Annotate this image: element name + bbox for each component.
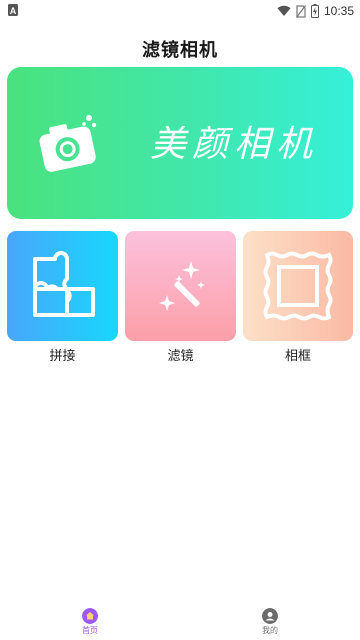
profile-icon	[262, 608, 278, 624]
notification-a-icon: A	[8, 4, 18, 16]
nav-profile[interactable]: 我的	[250, 608, 290, 638]
wifi-icon	[277, 5, 291, 17]
photo-frame-icon	[263, 251, 333, 321]
status-bar: A 10:35	[0, 0, 360, 22]
home-icon	[82, 608, 98, 624]
battery-icon	[310, 4, 319, 18]
feature-collage-label: 拼接	[49, 349, 76, 364]
feature-frame-button[interactable]	[243, 231, 353, 341]
magic-wand-icon	[159, 261, 205, 311]
nav-home-label: 首页	[82, 626, 98, 635]
puzzle-icon	[33, 251, 95, 317]
camera-icon	[39, 115, 97, 172]
banner-beauty-camera[interactable]: 美颜相机	[7, 67, 353, 219]
nav-home[interactable]: 首页	[70, 608, 110, 638]
bottom-nav: 首页 我的	[0, 604, 360, 640]
page-title: 滤镜相机	[142, 40, 218, 61]
status-time: 10:35	[323, 4, 354, 18]
banner-title: 美颜相机	[150, 124, 319, 165]
feature-filter-label: 滤镜	[167, 349, 194, 364]
no-sim-icon	[295, 4, 306, 18]
nav-profile-label: 我的	[262, 626, 278, 635]
feature-frame-label: 相框	[284, 349, 311, 364]
feature-filter-button[interactable]	[125, 231, 236, 341]
svg-text:A: A	[10, 6, 17, 16]
feature-collage-button[interactable]	[7, 231, 118, 341]
